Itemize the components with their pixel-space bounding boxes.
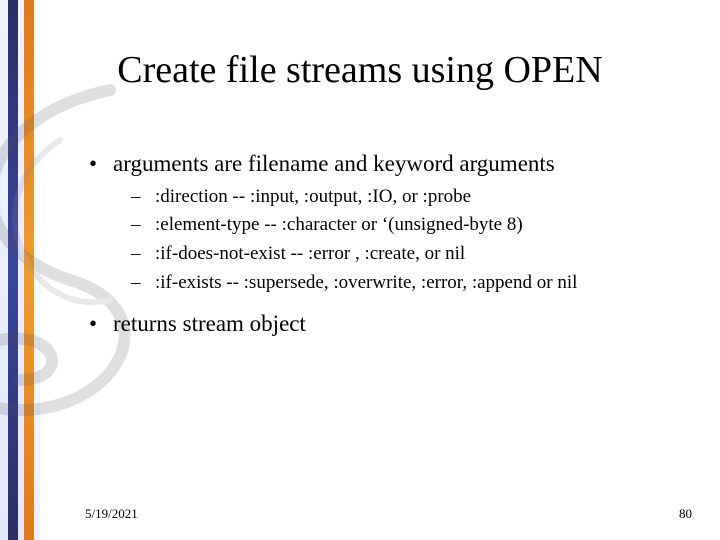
bullet-item: returns stream object: [85, 310, 690, 339]
footer-page-number: 80: [679, 506, 692, 522]
bullet-subitem: :direction -- :input, :output, :IO, or :…: [127, 185, 690, 210]
slide-title: Create file streams using OPEN: [0, 48, 720, 92]
bullet-subitem: :element-type -- :character or ‘(unsigne…: [127, 213, 690, 238]
bullet-subitem: :if-exists -- :supersede, :overwrite, :e…: [127, 271, 690, 296]
bullet-subitem: :if-does-not-exist -- :error , :create, …: [127, 242, 690, 267]
footer-date: 5/19/2021: [85, 506, 138, 522]
slide-body: arguments are filename and keyword argum…: [85, 150, 690, 344]
bullet-item: arguments are filename and keyword argum…: [85, 150, 690, 179]
